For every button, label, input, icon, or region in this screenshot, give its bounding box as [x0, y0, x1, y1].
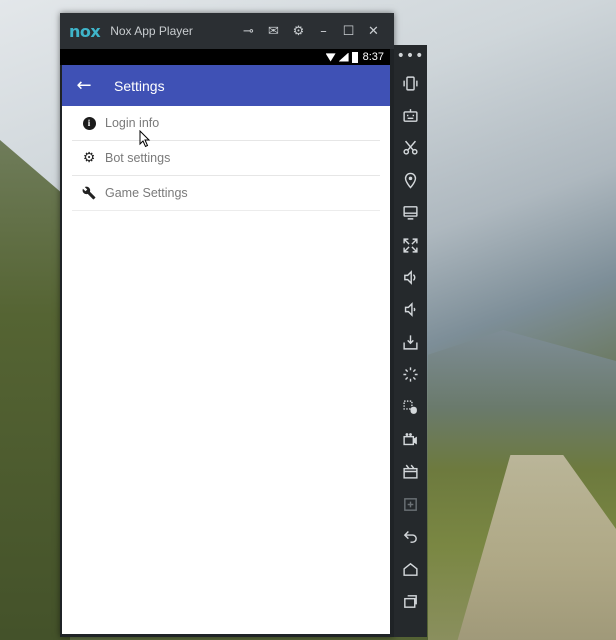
volume-up-icon[interactable] [394, 261, 427, 293]
record-icon[interactable] [394, 423, 427, 455]
close-icon[interactable]: ✕ [361, 13, 386, 49]
home-icon[interactable] [394, 553, 427, 585]
info-icon: i [76, 116, 102, 130]
page-title: Settings [114, 77, 165, 94]
loading-icon[interactable] [394, 359, 427, 391]
window-title: Nox App Player [110, 24, 193, 38]
setting-bot-settings[interactable]: ⚙ Bot settings [72, 141, 380, 176]
volume-down-icon[interactable] [394, 294, 427, 326]
setting-label: Bot settings [105, 151, 171, 165]
multi-instance-icon[interactable] [394, 456, 427, 488]
gear-icon[interactable]: ⚙ [286, 13, 311, 49]
android-screen: ← Settings i Login info ⚙ Bot settings G… [62, 65, 390, 634]
setting-game-settings[interactable]: Game Settings [72, 176, 380, 211]
macro-icon[interactable] [394, 391, 427, 423]
settings-list: i Login info ⚙ Bot settings Game Setting… [62, 106, 390, 211]
pin-icon[interactable]: ⊸ [236, 13, 261, 49]
wrench-icon [76, 186, 102, 200]
wifi-icon [325, 53, 336, 62]
battery-icon [351, 51, 358, 63]
fullscreen-icon[interactable] [394, 229, 427, 261]
setting-label: Game Settings [105, 186, 188, 200]
location-icon[interactable] [394, 164, 427, 196]
side-toolbar: ••• [394, 45, 427, 637]
add-icon[interactable] [394, 488, 427, 520]
recent-apps-icon[interactable] [394, 585, 427, 617]
back-arrow-icon[interactable]: ← [62, 65, 106, 106]
window-controls: ⊸ ✉ ⚙ – ☐ ✕ [236, 13, 386, 49]
title-bar[interactable]: nox Nox App Player ⊸ ✉ ⚙ – ☐ ✕ [60, 13, 394, 49]
back-icon[interactable] [394, 520, 427, 552]
nox-logo: nox [69, 21, 101, 41]
signal-icon [338, 52, 349, 62]
mail-icon[interactable]: ✉ [261, 13, 286, 49]
install-apk-icon[interactable] [394, 326, 427, 358]
app-bar: ← Settings [62, 65, 390, 106]
screenshot-scissors-icon[interactable] [394, 132, 427, 164]
gear-icon: ⚙ [82, 150, 96, 166]
keyboard-mapping-icon[interactable] [394, 99, 427, 131]
display-icon[interactable] [394, 197, 427, 229]
more-icon[interactable]: ••• [394, 45, 427, 67]
maximize-icon[interactable]: ☐ [336, 13, 361, 49]
setting-login-info[interactable]: i Login info [72, 106, 380, 141]
minimize-icon[interactable]: – [311, 13, 336, 49]
nox-window: nox Nox App Player ⊸ ✉ ⚙ – ☐ ✕ 8:37 ← Se… [60, 13, 394, 637]
status-time: 8:37 [362, 51, 384, 63]
android-status-bar: 8:37 [60, 49, 390, 65]
shake-icon[interactable] [394, 67, 427, 99]
mouse-cursor-icon [139, 130, 151, 148]
setting-label: Login info [105, 116, 160, 130]
